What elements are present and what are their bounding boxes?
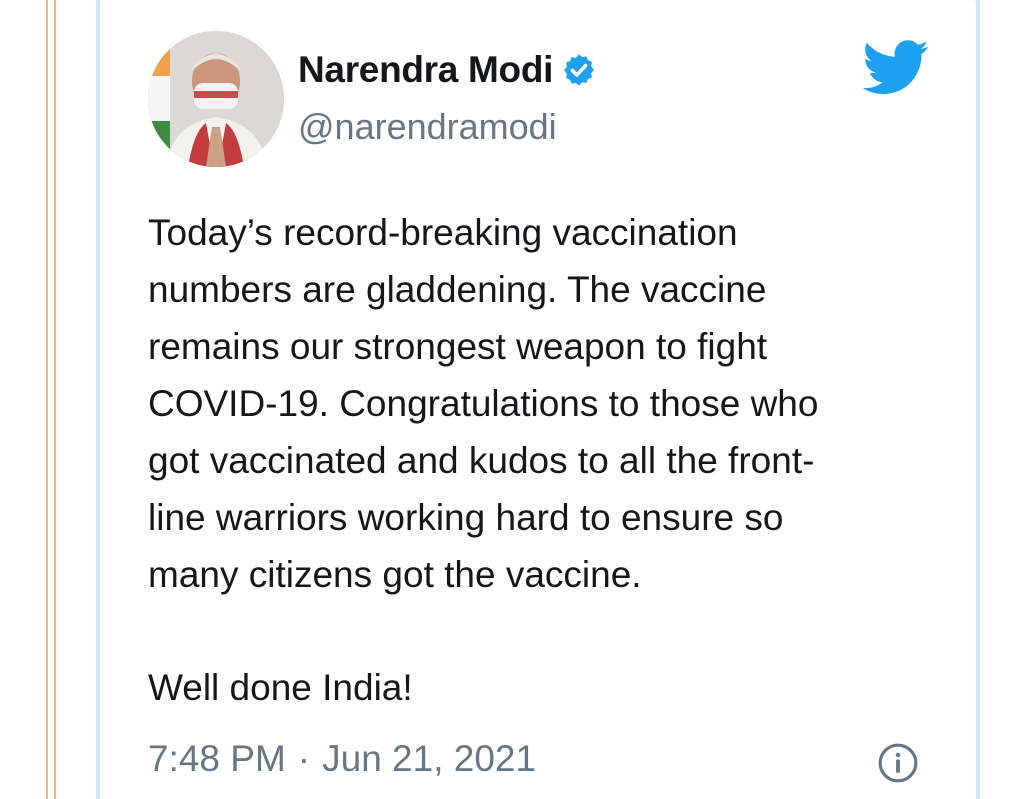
- tweet-text-line: remains our strongest weapon to fight: [148, 326, 768, 367]
- tweet-text-line: numbers are gladdening. The vaccine: [148, 269, 767, 310]
- timestamp-separator: ·: [297, 738, 311, 779]
- tweet-time: 7:48 PM: [148, 738, 286, 779]
- tweet-closing-line: Well done India!: [148, 667, 413, 708]
- tweet-text-line: Today’s record-breaking vaccination: [148, 212, 738, 253]
- info-icon[interactable]: [877, 742, 919, 784]
- tweet-date: Jun 21, 2021: [322, 738, 537, 779]
- avatar-image: [148, 31, 284, 167]
- notebook-margin-line: [54, 0, 56, 799]
- tweet-text-line: got vaccinated and kudos to all the fron…: [148, 440, 815, 481]
- screenshot-page: Narendra Modi @narendramodi Today’s reco…: [0, 0, 1024, 799]
- tweet-text-line: COVID-19. Congratulations to those who: [148, 383, 819, 424]
- tweet-text-line: line warriors working hard to ensure so: [148, 497, 784, 538]
- author-handle[interactable]: @narendramodi: [298, 106, 557, 148]
- notebook-margin-line: [46, 0, 48, 799]
- author-name-row: Narendra Modi: [298, 48, 597, 92]
- twitter-bird-icon[interactable]: [862, 40, 930, 96]
- tweet-text-line: many citizens got the vaccine.: [148, 554, 642, 595]
- tweet-body: Today’s record-breaking vaccination numb…: [148, 204, 938, 716]
- verified-badge-icon: [564, 54, 595, 86]
- author-display-name[interactable]: Narendra Modi: [298, 49, 553, 91]
- tweet-timestamp[interactable]: 7:48 PM · Jun 21, 2021: [148, 738, 536, 780]
- avatar[interactable]: [148, 31, 284, 167]
